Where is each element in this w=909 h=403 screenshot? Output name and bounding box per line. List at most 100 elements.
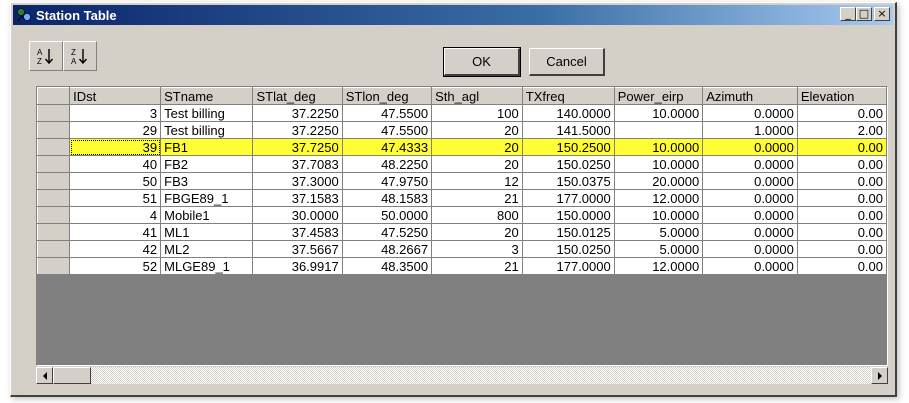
title-bar[interactable]: Station Table _ □ × [13, 5, 893, 25]
table-cell-idst[interactable]: 41 [69, 223, 162, 241]
table-cell-stlon_deg[interactable]: 50.0000 [342, 206, 433, 224]
table-cell-elevation[interactable]: 0.00 [797, 223, 887, 241]
table-cell-power_eirp[interactable]: 10.0000 [614, 206, 704, 224]
table-cell-elevation[interactable]: 0.00 [797, 189, 887, 207]
table-cell-stname[interactable]: ML2 [160, 240, 254, 258]
row-selector[interactable] [37, 240, 71, 258]
row-selector[interactable] [37, 189, 71, 207]
column-header[interactable]: Elevation [796, 87, 887, 105]
column-header[interactable]: STlat_deg [252, 87, 343, 105]
column-header[interactable]: Sth_agl [431, 87, 523, 105]
table-cell-txfreq[interactable]: 141.5000 [522, 121, 615, 139]
table-row[interactable]: 50 FB3 37.3000 47.9750 12 150.0375 20.0000 0.00… [37, 172, 887, 190]
table-cell-stlat_deg[interactable]: 37.4583 [252, 223, 343, 241]
scroll-right-button[interactable] [871, 367, 888, 384]
table-cell-stname[interactable]: FB2 [160, 155, 254, 173]
table-cell-azimuth[interactable]: 0.0000 [702, 138, 798, 156]
table-cell-stlon_deg[interactable]: 47.9750 [342, 172, 433, 190]
table-cell-stlat_deg[interactable]: 37.3000 [252, 172, 343, 190]
table-cell-idst[interactable]: 29 [69, 121, 162, 139]
table-cell-stname[interactable]: Mobile1 [160, 206, 254, 224]
row-selector[interactable] [37, 172, 71, 190]
table-cell-azimuth[interactable]: 1.0000 [702, 121, 798, 139]
table-cell-idst[interactable]: 51 [69, 189, 162, 207]
table-cell-txfreq[interactable]: 150.2500 [522, 138, 615, 156]
table-cell-sth_agl[interactable]: 12 [431, 172, 523, 190]
table-cell-elevation[interactable]: 0.00 [797, 206, 887, 224]
table-cell-power_eirp[interactable]: 12.0000 [614, 189, 704, 207]
table-cell-elevation[interactable]: 2.00 [797, 121, 887, 139]
table-cell-idst[interactable]: 42 [69, 240, 162, 258]
station-grid[interactable]: IDst STname STlat_deg STlon_deg Sth_agl … [36, 86, 888, 366]
table-row[interactable]: 4 Mobile1 30.0000 50.0000 800 150.0000 10.0000… [37, 206, 887, 224]
row-selector-header[interactable] [37, 87, 71, 105]
table-cell-sth_agl[interactable]: 20 [431, 121, 523, 139]
row-selector[interactable] [37, 138, 71, 156]
table-cell-txfreq[interactable]: 150.0250 [522, 155, 615, 173]
minimize-button[interactable]: _ [840, 7, 856, 21]
table-cell-power_eirp[interactable]: 12.0000 [614, 257, 704, 275]
table-cell-azimuth[interactable]: 0.0000 [702, 189, 798, 207]
table-cell-sth_agl[interactable]: 21 [431, 257, 523, 275]
table-cell-azimuth[interactable]: 0.0000 [702, 240, 798, 258]
cancel-button[interactable]: Cancel [529, 48, 605, 76]
table-cell-stname[interactable]: FB1 [160, 138, 254, 156]
table-cell-stlon_deg[interactable]: 47.5500 [342, 121, 433, 139]
table-cell-idst[interactable]: 52 [69, 257, 162, 275]
table-cell-power_eirp[interactable]: 10.0000 [614, 104, 704, 122]
table-cell-stname[interactable]: FBGE89_1 [160, 189, 254, 207]
table-cell-idst[interactable]: 40 [69, 155, 162, 173]
table-cell-txfreq[interactable]: 150.0125 [522, 223, 615, 241]
table-cell-txfreq[interactable]: 150.0000 [522, 206, 615, 224]
ok-button[interactable]: OK [443, 47, 521, 77]
table-cell-power_eirp[interactable]: 10.0000 [614, 138, 704, 156]
table-cell-stlon_deg[interactable]: 48.2667 [342, 240, 433, 258]
table-cell-idst[interactable]: 39 [69, 138, 162, 156]
table-cell-azimuth[interactable]: 0.0000 [702, 223, 798, 241]
table-cell-elevation[interactable]: 0.00 [797, 155, 887, 173]
table-cell-stlat_deg[interactable]: 37.2250 [252, 121, 343, 139]
table-cell-sth_agl[interactable]: 21 [431, 189, 523, 207]
table-cell-sth_agl[interactable]: 20 [431, 138, 523, 156]
column-header[interactable]: Power_eirp [613, 87, 704, 105]
table-cell-azimuth[interactable]: 0.0000 [702, 257, 798, 275]
sort-ascending-button[interactable]: A Z [29, 41, 63, 71]
table-cell-stname[interactable]: Test billing [160, 104, 254, 122]
row-selector[interactable] [37, 104, 71, 122]
horizontal-scrollbar[interactable] [36, 367, 888, 384]
table-cell-stname[interactable]: MLGE89_1 [160, 257, 254, 275]
table-row[interactable]: 3 Test billing 37.2250 47.5500 100 140.0000 10… [37, 104, 887, 122]
maximize-button[interactable]: □ [856, 7, 872, 21]
table-cell-stname[interactable]: Test billing [160, 121, 254, 139]
column-header[interactable]: IDst [69, 87, 162, 105]
table-cell-power_eirp[interactable]: 5.0000 [614, 240, 704, 258]
table-cell-stlat_deg[interactable]: 37.7083 [252, 155, 343, 173]
table-row[interactable]: 40 FB2 37.7083 48.2250 20 150.0250 10.0000 0.00… [37, 155, 887, 173]
row-selector[interactable] [37, 257, 71, 275]
close-button[interactable]: × [874, 7, 890, 21]
table-cell-txfreq[interactable]: 150.0250 [522, 240, 615, 258]
table-row[interactable]: 41 ML1 37.4583 47.5250 20 150.0125 5.0000 0.000… [37, 223, 887, 241]
table-cell-power_eirp[interactable] [614, 121, 704, 139]
table-row[interactable]: 52 MLGE89_1 36.9917 48.3500 21 177.0000 12.000… [37, 257, 887, 275]
table-cell-stlat_deg[interactable]: 37.1583 [252, 189, 343, 207]
column-header[interactable]: STlon_deg [341, 87, 433, 105]
table-cell-elevation[interactable]: 0.00 [797, 172, 887, 190]
table-cell-txfreq[interactable]: 140.0000 [522, 104, 615, 122]
table-cell-elevation[interactable]: 0.00 [797, 257, 887, 275]
table-cell-stlon_deg[interactable]: 48.1583 [342, 189, 433, 207]
table-cell-idst[interactable]: 3 [69, 104, 162, 122]
table-cell-sth_agl[interactable]: 100 [431, 104, 523, 122]
table-row[interactable]: 39 FB1 37.7250 47.4333 20 150.2500 10.0000 0.00… [37, 138, 887, 156]
table-cell-elevation[interactable]: 0.00 [797, 104, 887, 122]
row-selector[interactable] [37, 155, 71, 173]
table-cell-sth_agl[interactable]: 20 [431, 155, 523, 173]
table-cell-stlon_deg[interactable]: 47.4333 [342, 138, 433, 156]
row-selector[interactable] [37, 206, 71, 224]
row-selector[interactable] [37, 223, 71, 241]
table-cell-txfreq[interactable]: 150.0375 [522, 172, 615, 190]
column-header[interactable]: TXfreq [521, 87, 615, 105]
scroll-thumb[interactable] [53, 367, 91, 384]
table-cell-stname[interactable]: FB3 [160, 172, 254, 190]
table-cell-idst[interactable]: 4 [69, 206, 162, 224]
